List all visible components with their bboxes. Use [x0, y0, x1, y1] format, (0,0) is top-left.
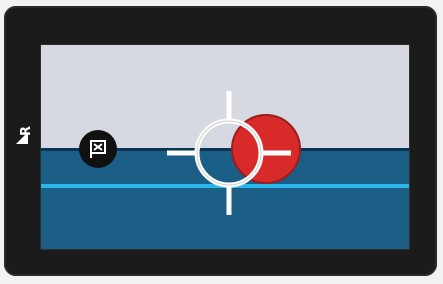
svg-text:R: R: [19, 126, 32, 136]
side-label: R: [19, 126, 32, 136]
waypoint-badge[interactable]: [79, 130, 117, 168]
waypoint-flag-off-icon: [90, 140, 106, 158]
crosshair-icon: [167, 91, 291, 215]
display-screen: [40, 44, 410, 250]
device: R: [0, 0, 443, 284]
